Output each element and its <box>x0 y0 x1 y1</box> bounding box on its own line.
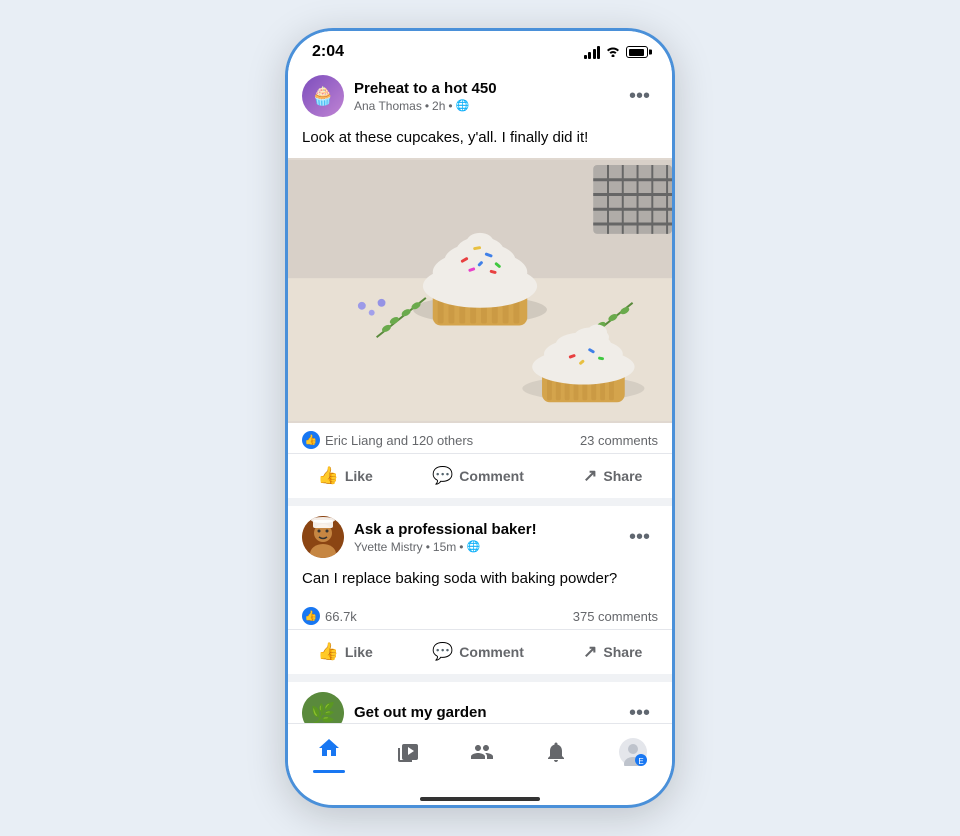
action-row-2: 👍 Like 💬 Comment ↗ Share <box>288 630 672 674</box>
nav-notifications[interactable] <box>528 736 584 774</box>
like-button-2[interactable]: 👍 Like <box>302 634 389 670</box>
nav-profile[interactable]: E <box>603 734 663 776</box>
svg-text:E: E <box>638 757 643 766</box>
more-options-button-3[interactable]: ••• <box>621 698 658 724</box>
reactions-left-1[interactable]: 👍 Eric Liang and 120 others <box>302 431 473 449</box>
post-text-1: Look at these cupcakes, y'all. I finally… <box>288 127 672 158</box>
reactions-row-2: 👍 66.7k 375 comments <box>288 599 672 630</box>
action-row-1: 👍 Like 💬 Comment ↗ Share <box>288 454 672 498</box>
share-label-2: Share <box>603 644 642 660</box>
post-avatar-3: 🌿 <box>302 692 344 723</box>
post-group-name-1[interactable]: Preheat to a hot 450 <box>354 80 611 98</box>
comment-button-icon-1: 💬 <box>432 466 453 486</box>
comment-count-1[interactable]: 23 comments <box>580 433 658 448</box>
post-card-2: Ask a professional baker! Yvette Mistry … <box>288 506 672 674</box>
post-group-name-2[interactable]: Ask a professional baker! <box>354 521 611 539</box>
comment-count-2[interactable]: 375 comments <box>573 609 658 624</box>
video-icon <box>396 740 420 770</box>
nav-groups[interactable] <box>454 736 510 774</box>
signal-icon <box>584 46 601 59</box>
share-button-icon-2: ↗ <box>583 642 597 662</box>
like-text-2: 66.7k <box>325 609 357 624</box>
groups-icon <box>470 740 494 770</box>
like-button-icon-2: 👍 <box>318 642 339 662</box>
post-header-1: 🧁 Preheat to a hot 450 Ana Thomas • 2h •… <box>288 65 672 127</box>
post-author-1: Ana Thomas <box>354 99 422 113</box>
post-time-1: 2h <box>432 99 445 113</box>
post-header-3: 🌿 Get out my garden ••• <box>288 682 672 723</box>
post-header-2: Ask a professional baker! Yvette Mistry … <box>288 506 672 568</box>
post-meta-1: Preheat to a hot 450 Ana Thomas • 2h • 🌐 <box>354 80 611 113</box>
comment-button-1[interactable]: 💬 Comment <box>416 458 540 494</box>
like-label-1: Like <box>345 468 373 484</box>
reactions-row-1: 👍 Eric Liang and 120 others 23 comments <box>288 423 672 454</box>
share-button-1[interactable]: ↗ Share <box>567 458 658 494</box>
comment-label-1: Comment <box>459 468 524 484</box>
privacy-icon-2: 🌐 <box>466 540 480 553</box>
comment-button-2[interactable]: 💬 Comment <box>416 634 540 670</box>
more-options-button-2[interactable]: ••• <box>621 522 658 553</box>
post-avatar-2 <box>302 516 344 558</box>
post-author-2: Yvette Mistry <box>354 540 423 554</box>
bottom-nav: E <box>288 723 672 797</box>
like-icon-1: 👍 <box>302 431 320 449</box>
post-author-line-1: Ana Thomas • 2h • 🌐 <box>354 99 611 113</box>
privacy-icon-1: 🌐 <box>456 99 470 112</box>
post-image-1 <box>288 158 672 423</box>
post-meta-2: Ask a professional baker! Yvette Mistry … <box>354 521 611 554</box>
like-icon-2: 👍 <box>302 607 320 625</box>
post-card-3: 🌿 Get out my garden ••• <box>288 682 672 723</box>
status-time: 2:04 <box>312 43 344 61</box>
like-button-1[interactable]: 👍 Like <box>302 458 389 494</box>
share-label-1: Share <box>603 468 642 484</box>
comment-label-2: Comment <box>459 644 524 660</box>
nav-home[interactable] <box>297 732 361 777</box>
post-meta-3: Get out my garden <box>354 704 611 722</box>
nav-video[interactable] <box>380 736 436 774</box>
post-avatar-1: 🧁 <box>302 75 344 117</box>
status-icons <box>584 44 649 60</box>
comment-button-icon-2: 💬 <box>432 642 453 662</box>
post-group-name-3[interactable]: Get out my garden <box>354 704 611 722</box>
post-author-line-2: Yvette Mistry • 15m • 🌐 <box>354 540 611 554</box>
wifi-icon <box>605 44 621 60</box>
phone-frame: 2:04 🧁 Preheat to a hot 450 <box>285 28 675 808</box>
post-text-2: Can I replace baking soda with baking po… <box>288 568 672 599</box>
like-button-icon-1: 👍 <box>318 466 339 486</box>
like-label-2: Like <box>345 644 373 660</box>
like-text-1: Eric Liang and 120 others <box>325 433 473 448</box>
battery-icon <box>626 46 648 58</box>
home-indicator <box>420 797 540 801</box>
bell-icon <box>544 740 568 770</box>
more-options-button-1[interactable]: ••• <box>621 81 658 112</box>
reactions-left-2[interactable]: 👍 66.7k <box>302 607 357 625</box>
feed[interactable]: 🧁 Preheat to a hot 450 Ana Thomas • 2h •… <box>288 65 672 723</box>
home-icon <box>317 736 341 766</box>
home-active-indicator <box>313 770 345 773</box>
profile-icon: E <box>619 738 647 772</box>
post-time-2: 15m <box>433 540 456 554</box>
share-button-icon-1: ↗ <box>583 466 597 486</box>
status-bar: 2:04 <box>288 31 672 65</box>
post-card-1: 🧁 Preheat to a hot 450 Ana Thomas • 2h •… <box>288 65 672 498</box>
share-button-2[interactable]: ↗ Share <box>567 634 658 670</box>
svg-text:🌿: 🌿 <box>311 701 336 723</box>
